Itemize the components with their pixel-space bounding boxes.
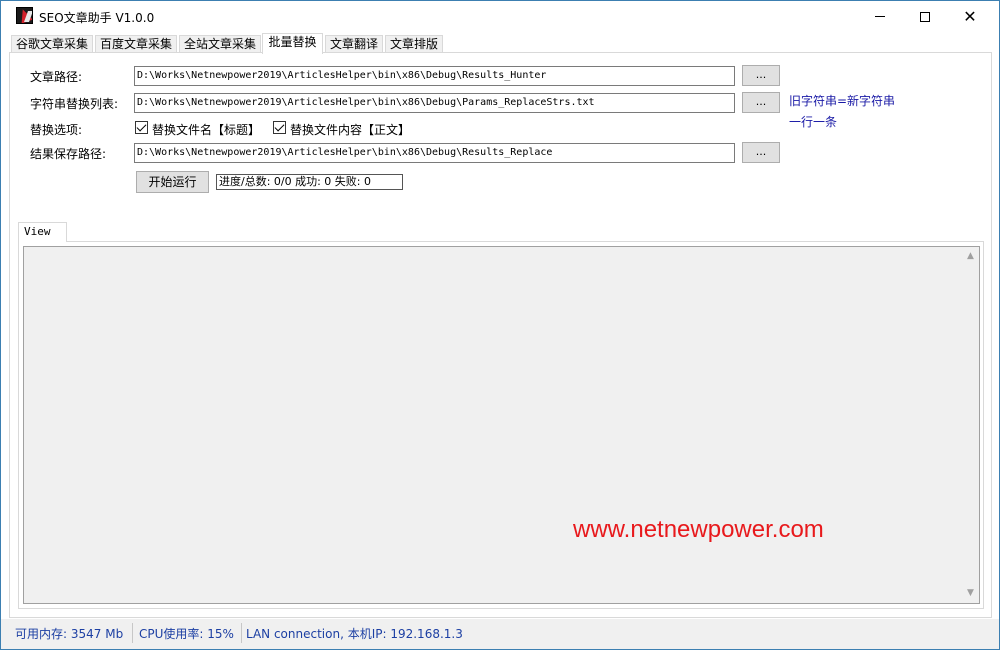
maximize-button[interactable] [902,1,948,32]
tab-baidu-collect[interactable]: 百度文章采集 [95,35,177,53]
article-path-label: 文章路径: [30,70,83,84]
maximize-icon [920,11,930,22]
start-button[interactable]: 开始运行 [136,171,209,193]
status-network: LAN connection, 本机IP: 192.168.1.3 [246,627,463,641]
app-logo-icon [16,7,33,24]
website-watermark: www.netnewpower.com [573,516,824,543]
tab-google-collect[interactable]: 谷歌文章采集 [11,35,93,53]
replace-options-label: 替换选项: [30,123,83,137]
status-cpu: CPU使用率: 15% [139,627,234,641]
replace-filename-checkbox[interactable] [135,121,148,134]
tab-view[interactable]: View [18,222,67,242]
replace-filename-label[interactable]: 替换文件名【标题】 [152,121,260,138]
status-memory: 可用内存: 3547 Mb [15,627,124,641]
save-path-input[interactable]: D:\Works\Netnewpower2019\ArticlesHelper\… [134,143,735,163]
minimize-icon [875,16,885,17]
status-bar: 可用内存: 3547 Mb CPU使用率: 15% LAN connection… [1,619,999,649]
close-button[interactable]: ✕ [947,1,993,32]
scroll-up-icon[interactable]: ▲ [966,252,975,261]
article-path-input[interactable]: D:\Works\Netnewpower2019\ArticlesHelper\… [134,66,735,86]
save-path-browse-button[interactable]: ... [742,142,780,163]
tab-article-translate[interactable]: 文章翻译 [325,35,383,53]
close-icon: ✕ [963,6,977,26]
app-window: SEO文章助手 V1.0.0 ✕ 谷歌文章采集 百度文章采集 全站文章采集 批量… [0,0,1000,650]
window-title: SEO文章助手 V1.0.0 [39,11,155,25]
status-separator [132,623,133,643]
replace-content-label[interactable]: 替换文件内容【正文】 [290,121,410,138]
main-tabstrip: 谷歌文章采集 百度文章采集 全站文章采集 批量替换 文章翻译 文章排版 [9,33,991,54]
status-separator [241,623,242,643]
tab-article-format[interactable]: 文章排版 [385,35,443,53]
minimize-button[interactable] [857,1,903,32]
replace-list-input[interactable]: D:\Works\Netnewpower2019\ArticlesHelper\… [134,93,735,113]
vertical-scrollbar[interactable]: ▲ ▼ [962,247,979,603]
replace-content-checkbox[interactable] [273,121,286,134]
replace-format-hint-2: 一行一条 [789,115,838,129]
save-path-label: 结果保存路径: [30,147,107,161]
tab-site-collect[interactable]: 全站文章采集 [179,35,261,53]
article-path-browse-button[interactable]: ... [742,65,780,86]
replace-list-browse-button[interactable]: ... [742,92,780,113]
replace-list-label: 字符串替换列表: [30,97,119,111]
title-bar[interactable]: SEO文章助手 V1.0.0 ✕ [1,1,999,32]
scroll-down-icon[interactable]: ▼ [966,589,975,598]
tab-batch-replace[interactable]: 批量替换 [262,33,323,54]
replace-format-hint: 旧字符串=新字符串 [789,94,896,108]
progress-status: 进度/总数: 0/0 成功: 0 失败: 0 [216,174,403,190]
view-output-area[interactable]: ▲ ▼ [23,246,980,604]
